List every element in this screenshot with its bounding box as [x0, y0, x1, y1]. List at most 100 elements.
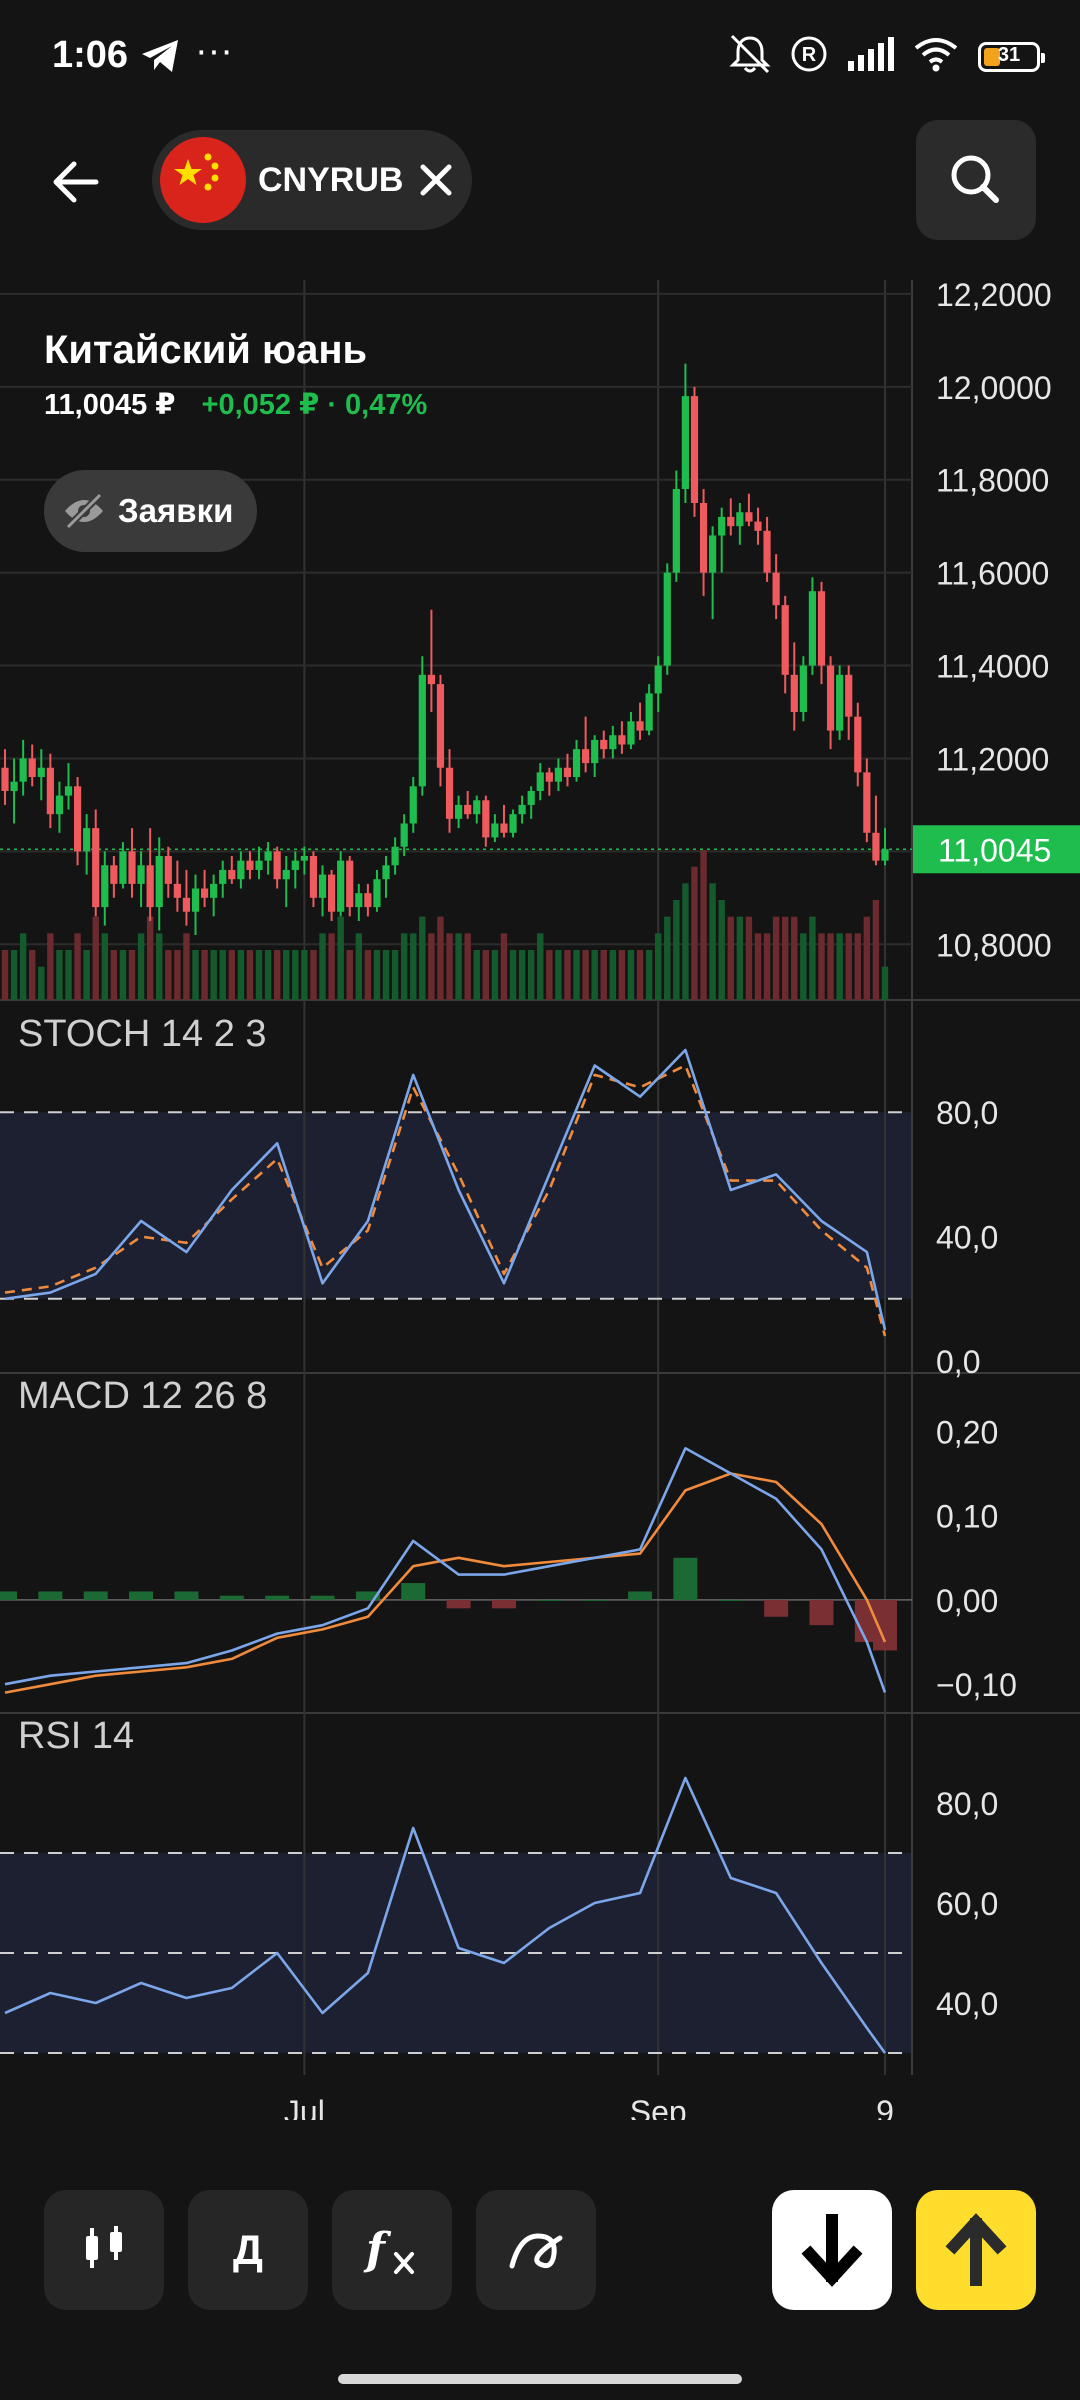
search-button[interactable]: [916, 120, 1036, 240]
back-arrow-icon[interactable]: [44, 150, 108, 214]
ticker-chip[interactable]: CNYRUB: [152, 130, 472, 230]
volume-bar: [872, 900, 880, 1000]
close-icon[interactable]: [417, 161, 455, 199]
candle-body: [110, 865, 118, 884]
period-button[interactable]: Д: [188, 2190, 308, 2310]
drawing-button[interactable]: [476, 2190, 596, 2310]
candle-body: [101, 865, 109, 908]
volume-bar: [273, 950, 281, 1000]
home-indicator[interactable]: [338, 2374, 742, 2384]
candle-body: [1, 767, 9, 791]
macd-histogram-bar: [491, 1599, 516, 1609]
volume-bar: [691, 866, 698, 1000]
volume-bar: [355, 933, 363, 1000]
volume-bar: [264, 950, 272, 1000]
volume-bar: [754, 933, 762, 1000]
volume-bar: [346, 950, 353, 1000]
volume-bar: [446, 933, 453, 1000]
ticker-label: CNYRUB: [258, 160, 404, 199]
volume-bar: [246, 950, 254, 1000]
indicator-tick-label: 0,20: [936, 1414, 998, 1450]
volume-bar: [782, 916, 789, 1000]
volume-bar: [310, 950, 317, 1000]
volume-bar: [709, 883, 716, 1000]
stoch-title: STOCH 14 2 3: [18, 1013, 267, 1055]
volume-bar: [664, 916, 671, 1000]
buy-arrow-up-icon: [945, 2213, 1007, 2286]
wifi-icon: [912, 36, 960, 77]
instrument-name: Китайский юань: [44, 328, 368, 372]
candle-body: [10, 781, 18, 791]
x-tick-label: Sep: [630, 2094, 687, 2120]
volume-bar: [736, 916, 744, 1000]
candle-body: [318, 874, 327, 898]
volume-bar: [473, 950, 480, 1000]
volume-bar: [38, 966, 45, 1000]
candle-body: [863, 772, 871, 833]
candle-body: [518, 804, 526, 815]
volume-bar: [727, 916, 734, 1000]
battery-level: 31: [997, 43, 1021, 66]
orders-label: Заявки: [118, 492, 234, 529]
orders-toggle-button[interactable]: Заявки: [44, 470, 258, 552]
candle-body: [346, 860, 354, 908]
volume-bar: [364, 950, 372, 1000]
candle-body: [219, 869, 227, 884]
macd-signal-line: [4, 1472, 887, 1694]
candle-body: [672, 489, 680, 573]
candle-body: [772, 572, 780, 606]
candle-body: [736, 512, 744, 527]
x-tick-label: 9: [876, 2094, 894, 2120]
candle-body: [645, 693, 653, 731]
indicator-tick-label: 80,0: [936, 1786, 998, 1822]
china-flag-icon: [160, 137, 246, 223]
buy-button[interactable]: [916, 2190, 1036, 2310]
candle-body: [618, 735, 626, 745]
candle-body: [881, 849, 889, 861]
volume-bar: [400, 933, 408, 1000]
indicators-button[interactable]: f: [332, 2190, 452, 2310]
candle-body: [509, 814, 517, 833]
chart-area[interactable]: Jul Sep 9 12,2000 12,0000 11,8000 11,6000 11,40…: [0, 280, 1080, 2120]
macd-title: MACD 12 26 8: [18, 1375, 267, 1417]
candle-body: [545, 772, 553, 782]
candle-body: [228, 869, 236, 880]
candle-body: [19, 758, 27, 782]
candle-body: [92, 828, 100, 908]
status-bar: 1:06 ··· R 31: [0, 0, 1080, 115]
candle-body: [473, 800, 481, 815]
candle-body: [182, 897, 191, 912]
volume-bar: [845, 933, 852, 1000]
volume-bar: [500, 933, 508, 1000]
macd-histogram-bar: [0, 1591, 17, 1600]
macd-histogram-bar: [628, 1591, 653, 1600]
volume-bar: [128, 950, 136, 1000]
volume-bar: [210, 950, 217, 1000]
candle-body: [246, 860, 254, 870]
sell-button[interactable]: [772, 2190, 892, 2310]
candle-body: [382, 865, 390, 880]
volume-bar: [373, 950, 381, 1000]
candle-body: [210, 883, 218, 898]
macd-histogram-bar: [310, 1595, 335, 1600]
volume-bar: [518, 950, 526, 1000]
candle-body: [799, 665, 807, 712]
volume-bar: [636, 950, 644, 1000]
candle-body: [690, 396, 699, 503]
candle-body: [872, 832, 880, 861]
sell-arrow-down-icon: [801, 2214, 863, 2287]
volume-bar: [146, 916, 154, 1000]
macd-histogram-bar: [718, 1599, 743, 1601]
candle-body: [300, 856, 308, 861]
candle-body: [699, 502, 708, 573]
volume-bar: [854, 933, 861, 1000]
drawing-icon: [509, 2233, 563, 2269]
price-tick-label: 11,8000: [936, 463, 1049, 499]
volume-bar: [564, 950, 571, 1000]
mute-bell-icon: [728, 34, 772, 79]
volume-bar: [29, 950, 36, 1000]
candle-body: [826, 665, 835, 731]
volume-bar: [283, 950, 290, 1000]
candles-button[interactable]: [44, 2190, 164, 2310]
candle-body: [309, 856, 318, 898]
